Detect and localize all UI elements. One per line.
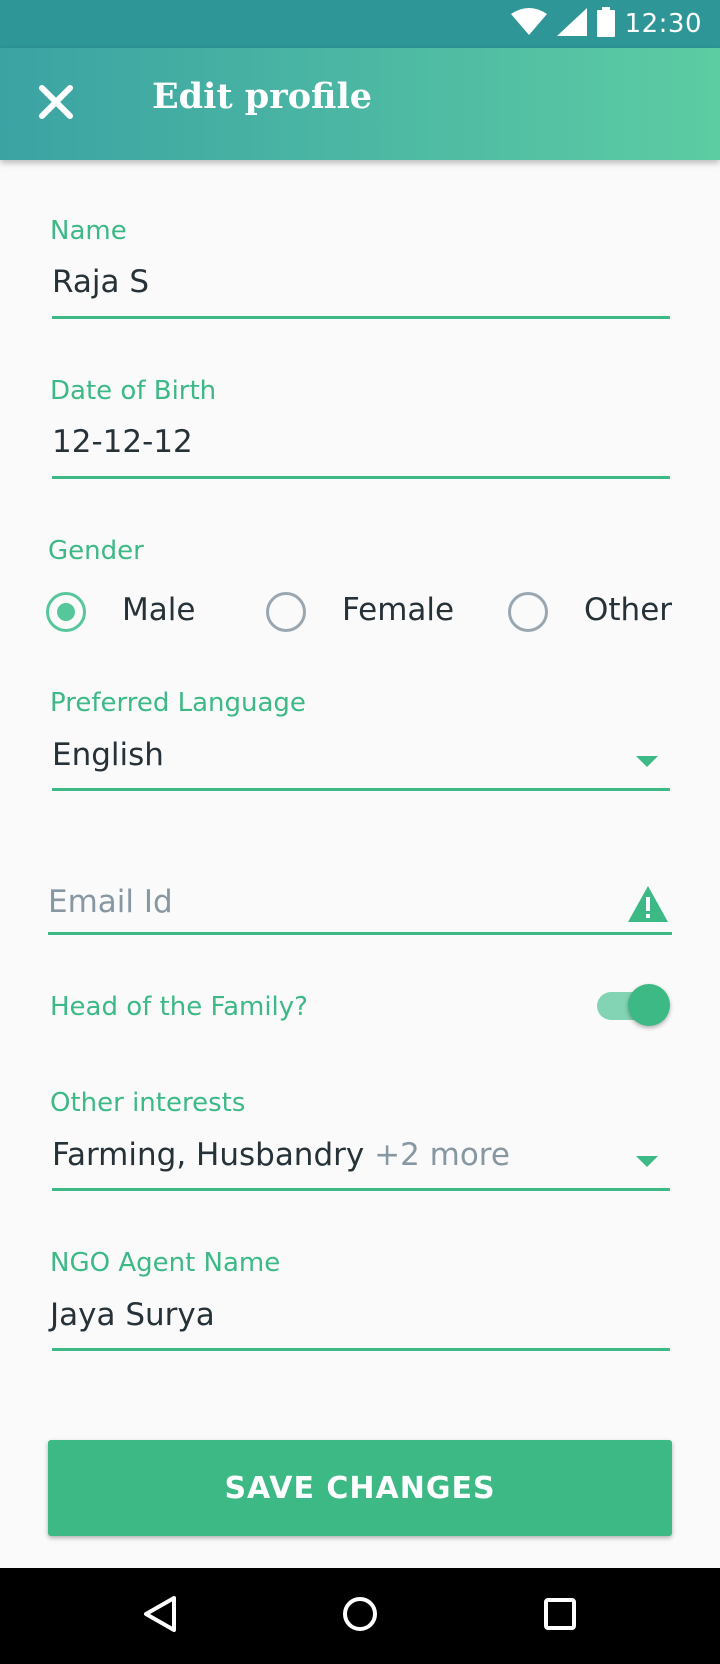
name-underline <box>52 316 670 319</box>
radio-label-other: Other <box>584 592 673 628</box>
battery-icon <box>596 7 615 41</box>
app-bar: Edit profile <box>0 48 720 160</box>
ngo-agent-label: NGO Agent Name <box>50 1248 281 1278</box>
page-title: Edit profile <box>152 76 373 117</box>
language-label: Preferred Language <box>50 688 306 718</box>
recents-button[interactable] <box>530 1586 590 1646</box>
ngo-agent-underline <box>52 1348 670 1351</box>
radio-male[interactable] <box>46 592 86 632</box>
gender-label: Gender <box>48 536 144 566</box>
email-field[interactable]: Email Id <box>48 884 173 920</box>
email-underline <box>48 932 672 935</box>
language-underline <box>52 788 670 791</box>
interests-label: Other interests <box>50 1088 246 1118</box>
dob-label: Date of Birth <box>50 376 217 406</box>
interests-more: +2 more <box>374 1137 510 1173</box>
back-button[interactable] <box>130 1586 190 1646</box>
toggle-thumb[interactable] <box>628 984 670 1026</box>
chevron-down-icon[interactable] <box>636 1156 658 1167</box>
interests-select[interactable]: Farming, Husbandry +2 more <box>52 1137 510 1173</box>
interests-underline <box>52 1188 670 1191</box>
warning-icon <box>626 884 670 928</box>
chevron-down-icon[interactable] <box>636 756 658 767</box>
navigation-bar <box>0 1568 720 1664</box>
close-icon <box>38 84 74 124</box>
radio-other[interactable] <box>508 592 548 632</box>
back-icon <box>142 1594 178 1638</box>
radio-label-male: Male <box>122 592 196 628</box>
home-icon <box>342 1596 378 1636</box>
save-changes-button[interactable]: SAVE CHANGES <box>48 1440 672 1536</box>
head-of-family-label: Head of the Family? <box>50 992 308 1022</box>
status-bar: 12:30 <box>0 0 720 48</box>
dob-underline <box>52 476 670 479</box>
status-time: 12:30 <box>624 9 702 39</box>
radio-female[interactable] <box>266 592 306 632</box>
signal-icon <box>556 8 587 40</box>
status-icons: 12:30 <box>510 7 702 41</box>
recents-icon <box>543 1597 577 1635</box>
close-button[interactable] <box>30 78 82 130</box>
name-label: Name <box>50 216 127 246</box>
home-button[interactable] <box>330 1586 390 1646</box>
name-field[interactable]: Raja S <box>52 264 149 300</box>
radio-label-female: Female <box>342 592 455 628</box>
interests-value: Farming, Husbandry <box>52 1137 365 1173</box>
dob-field[interactable]: 12-12-12 <box>52 424 193 460</box>
language-select[interactable]: English <box>52 737 164 773</box>
wifi-icon <box>510 8 547 40</box>
ngo-agent-field[interactable]: Jaya Surya <box>50 1297 215 1333</box>
